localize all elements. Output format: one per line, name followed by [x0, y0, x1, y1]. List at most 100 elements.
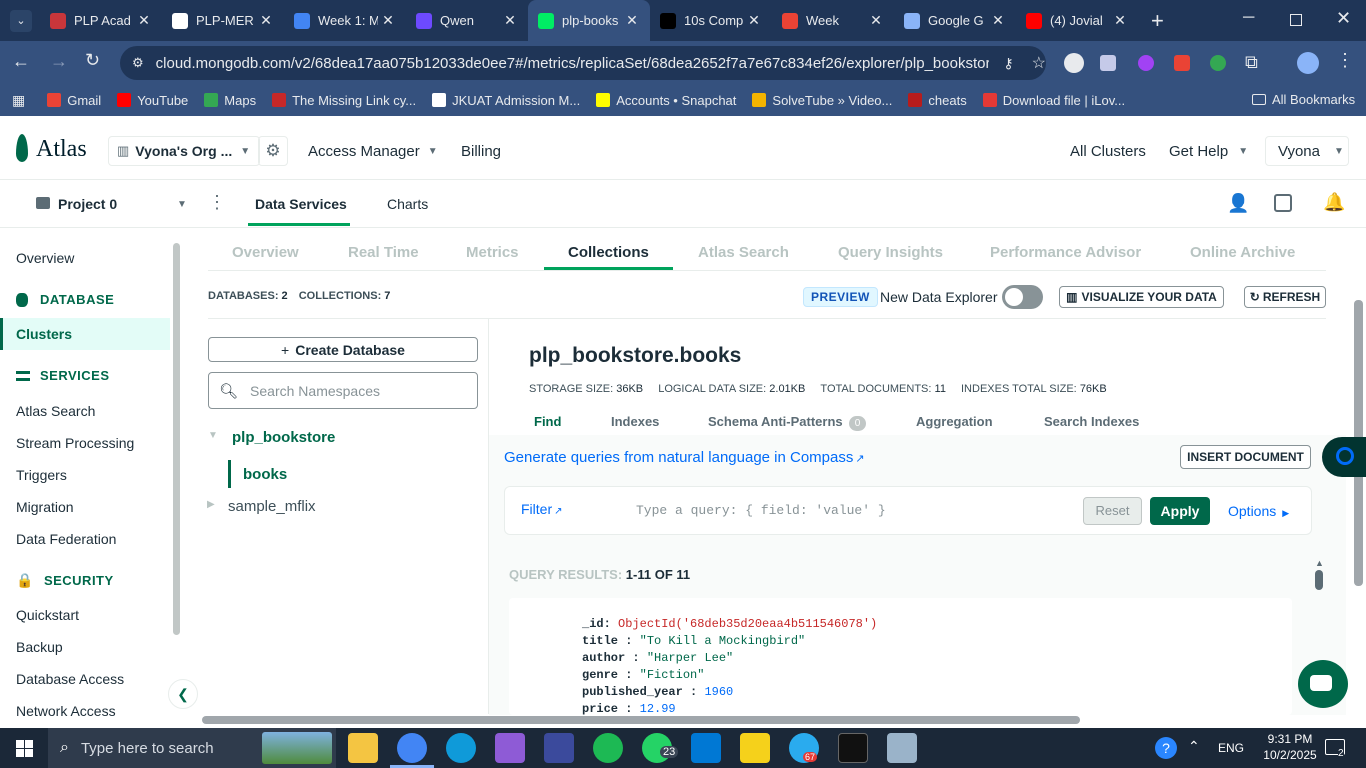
tab-real-time[interactable]: Real Time	[348, 244, 419, 261]
tab-indexes[interactable]: Indexes	[611, 414, 659, 429]
sidebar-item-clusters[interactable]: Clusters	[0, 318, 170, 350]
extension-icon[interactable]	[1210, 55, 1226, 71]
bookmark-item[interactable]: SolveTube » Video...	[752, 93, 892, 108]
game-controller-icon[interactable]	[544, 733, 574, 763]
refresh-button[interactable]: ↻ REFRESH	[1244, 286, 1326, 308]
tab-aggregation[interactable]: Aggregation	[916, 414, 993, 429]
tab-search-chevron-icon[interactable]: ⌄	[10, 10, 32, 32]
tab-find[interactable]: Find	[534, 414, 561, 429]
new-explorer-toggle[interactable]	[1002, 285, 1043, 309]
reload-icon[interactable]: ↻	[85, 50, 100, 71]
tab-schema-anti-patterns[interactable]: Schema Anti-Patterns	[708, 414, 843, 429]
apply-button[interactable]: Apply	[1150, 497, 1210, 525]
terminal-icon[interactable]	[838, 733, 868, 763]
new-tab-plus-icon[interactable]: +	[1151, 8, 1164, 34]
document-card[interactable]: _id: ObjectId('68deb35d20eaa4b511546078'…	[509, 598, 1292, 715]
extension-icon[interactable]	[1100, 55, 1116, 71]
browser-tab[interactable]: PLP Acad ✕	[40, 0, 162, 41]
password-key-icon[interactable]: ⚷	[1003, 55, 1013, 72]
tab-close-icon[interactable]: ✕	[378, 12, 398, 29]
notepad-icon[interactable]	[887, 733, 917, 763]
sidebar-scrollbar[interactable]	[173, 243, 180, 635]
browser-tab[interactable]: plp-books ✕	[528, 0, 650, 41]
sticky-notes-icon[interactable]	[740, 733, 770, 763]
close-window-icon[interactable]: ✕	[1336, 8, 1351, 29]
notifications-bell-icon[interactable]: 🔔	[1323, 192, 1345, 213]
browser-tab[interactable]: Week ✕	[772, 0, 894, 41]
bookmark-item[interactable]: Maps	[204, 93, 256, 108]
tab-metrics[interactable]: Metrics	[466, 244, 519, 261]
profile-avatar[interactable]	[1297, 52, 1319, 74]
extension-icon[interactable]	[1064, 53, 1084, 73]
org-selector[interactable]: ▥ Vyona's Org ... ▼	[108, 136, 260, 166]
activity-feed-icon[interactable]	[1274, 194, 1292, 212]
tab-online-archive[interactable]: Online Archive	[1190, 244, 1295, 261]
chat-bubble-button[interactable]	[1298, 660, 1348, 708]
url-bar[interactable]: ⚙ cloud.mongodb.com/v2/68dea17aa075b1203…	[120, 46, 1046, 80]
extension-icon[interactable]	[1138, 55, 1154, 71]
reset-button[interactable]: Reset	[1083, 497, 1142, 525]
tab-close-icon[interactable]: ✕	[744, 12, 764, 29]
sidebar-item-backup[interactable]: Backup	[16, 639, 63, 655]
language-indicator[interactable]: ENG	[1218, 741, 1244, 755]
tab-atlas-search[interactable]: Atlas Search	[698, 244, 789, 261]
edge-icon[interactable]	[446, 733, 476, 763]
tab-close-icon[interactable]: ✕	[1110, 12, 1130, 29]
chrome-icon[interactable]	[397, 733, 427, 763]
compass-link[interactable]: Generate queries from natural language i…	[504, 449, 865, 466]
horizontal-scrollbar-thumb[interactable]	[202, 716, 1080, 724]
back-arrow-icon[interactable]: ←	[12, 51, 30, 72]
tab-search-indexes[interactable]: Search Indexes	[1044, 414, 1139, 429]
windows-start-icon[interactable]	[16, 740, 33, 757]
sidebar-item-migration[interactable]: Migration	[16, 499, 74, 515]
browser-tab[interactable]: (4) Jovial ✕	[1016, 0, 1138, 41]
project-selector[interactable]: Project 0	[58, 196, 117, 212]
invite-user-icon[interactable]: 👤	[1227, 193, 1249, 214]
vscode-icon[interactable]	[691, 733, 721, 763]
all-bookmarks[interactable]: All Bookmarks	[1252, 92, 1355, 107]
results-scrollbar-thumb[interactable]	[1315, 570, 1323, 590]
tab-performance-advisor[interactable]: Performance Advisor	[990, 244, 1141, 261]
tab-collections[interactable]: Collections	[568, 244, 649, 261]
file-explorer-icon[interactable]	[348, 733, 378, 763]
sidebar-item-stream-processing[interactable]: Stream Processing	[16, 435, 134, 451]
tab-query-insights[interactable]: Query Insights	[838, 244, 943, 261]
tray-chevron-up-icon[interactable]: ⌃	[1188, 738, 1200, 755]
get-help-menu[interactable]: Get Help ▼	[1169, 143, 1248, 160]
sidebar-item-network-access[interactable]: Network Access	[16, 703, 116, 719]
sidebar-item-data-federation[interactable]: Data Federation	[16, 531, 116, 547]
bookmark-item[interactable]: Gmail	[47, 93, 101, 108]
tab-close-icon[interactable]: ✕	[134, 12, 154, 29]
user-menu[interactable]: Vyona ▼	[1265, 136, 1349, 166]
browser-tab[interactable]: Qwen ✕	[406, 0, 528, 41]
kebab-menu-icon[interactable]: ⋮	[208, 192, 226, 213]
browser-tab[interactable]: Google G ✕	[894, 0, 1016, 41]
bookmark-item[interactable]: Accounts • Snapchat	[596, 93, 736, 108]
org-settings-gear-icon[interactable]: ⚙	[258, 136, 288, 166]
charts-tab[interactable]: Charts	[387, 196, 428, 212]
site-info-icon[interactable]: ⚙	[132, 55, 144, 71]
browser-tab[interactable]: PLP-MER ✕	[162, 0, 284, 41]
query-input[interactable]: Type a query: { field: 'value' }	[636, 503, 886, 518]
access-manager-menu[interactable]: Access Manager ▼	[308, 143, 438, 160]
sidebar-item-database-access[interactable]: Database Access	[16, 671, 124, 687]
help-icon[interactable]: ?	[1155, 737, 1177, 759]
tab-close-icon[interactable]: ✕	[622, 12, 642, 29]
browser-tab[interactable]: Week 1: M ✕	[284, 0, 406, 41]
clock[interactable]: 9:31 PM 10/2/2025	[1262, 732, 1318, 762]
puzzle-extensions-icon[interactable]: ⧉	[1245, 52, 1258, 73]
scroll-up-icon[interactable]: ▲	[1315, 558, 1324, 568]
side-widget[interactable]	[1322, 437, 1366, 477]
tab-close-icon[interactable]: ✕	[500, 12, 520, 29]
database-item-sample-mflix[interactable]: sample_mflix	[228, 498, 316, 515]
all-clusters-link[interactable]: All Clusters	[1070, 143, 1146, 160]
sidebar-item-overview[interactable]: Overview	[16, 250, 74, 266]
bookmark-item[interactable]: YouTube	[117, 93, 188, 108]
collection-item-books[interactable]: books	[243, 466, 287, 483]
options-toggle[interactable]: Options ▶	[1228, 503, 1289, 519]
billing-link[interactable]: Billing	[461, 143, 501, 160]
create-database-button[interactable]: + Create Database	[208, 337, 478, 362]
bookmark-star-icon[interactable]: ☆	[1032, 53, 1046, 73]
spotify-icon[interactable]	[593, 733, 623, 763]
chrome-menu-icon[interactable]: ⋮	[1336, 50, 1354, 71]
